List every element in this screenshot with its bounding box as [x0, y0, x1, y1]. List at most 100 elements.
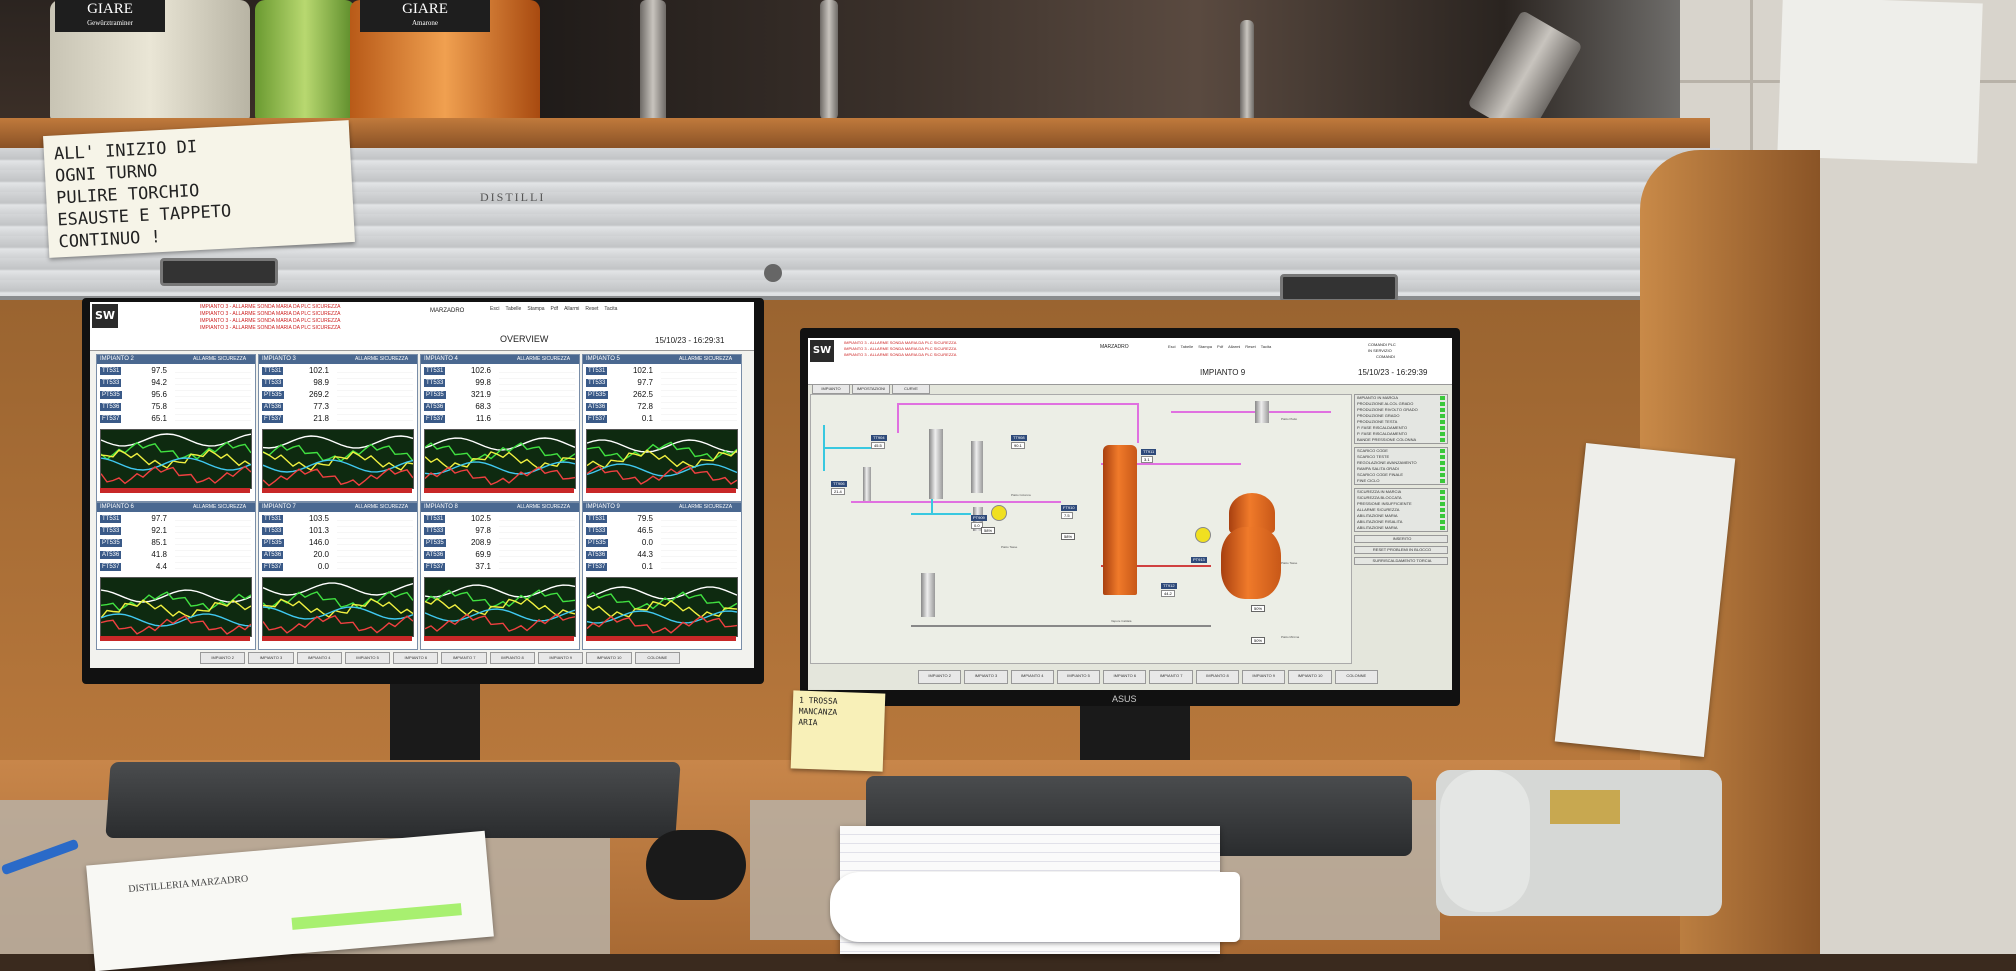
control-item[interactable]: ABILITAZIONE MARIA	[1355, 525, 1447, 531]
tag-value: 101.3	[308, 526, 329, 535]
nav-button[interactable]: IMPIANTO 2	[200, 652, 246, 664]
nav-button[interactable]: IMPIANTO 2	[918, 670, 962, 684]
control-item-label: IMPIANTO IN MARCIA	[1357, 395, 1399, 400]
trend-chart[interactable]	[262, 429, 414, 489]
inserted-button[interactable]: INSERITO	[1354, 535, 1448, 543]
status-led-icon	[1440, 420, 1445, 424]
nav-button[interactable]: IMPIANTO 6	[1103, 670, 1147, 684]
control-item-label: PRESSIONE INSUFFICIENTE	[1357, 501, 1412, 506]
nav-button[interactable]: IMPIANTO 9	[538, 652, 584, 664]
tab-plant[interactable]: IMPIANTO	[812, 384, 850, 394]
nav-button[interactable]: IMPIANTO 4	[296, 652, 342, 664]
phone-handset[interactable]	[1440, 770, 1530, 912]
process-tag[interactable]: TT906	[831, 481, 847, 487]
nav-button[interactable]: COLONNE	[1334, 670, 1378, 684]
trend-chart[interactable]	[424, 429, 576, 489]
nav-button[interactable]: IMPIANTO 4	[1010, 670, 1054, 684]
plant-panel[interactable]: IMPIANTO 9 ALLARME SICUREZZA TT531 79.5 TT53…	[582, 502, 742, 650]
computer-mouse[interactable]	[646, 830, 746, 900]
plant-panel[interactable]: IMPIANTO 3 ALLARME SICUREZZA TT531 102.1 TT5…	[258, 354, 418, 502]
plant-panel[interactable]: IMPIANTO 5 ALLARME SICUREZZA TT531 102.1 TT5…	[582, 354, 742, 502]
tag-value: 146.0	[308, 538, 329, 547]
nav-button[interactable]: IMPIANTO 7	[1149, 670, 1193, 684]
nav-button[interactable]: IMPIANTO 6	[393, 652, 439, 664]
tag-value: 103.5	[308, 514, 329, 523]
alarm-line: IMPIANTO 3 - ALLARME SONDA MARIA DA PLC …	[200, 311, 341, 317]
process-tag[interactable]: PT909	[971, 515, 987, 521]
nav-button[interactable]: IMPIANTO 5	[1056, 670, 1101, 684]
pdf-button[interactable]: Pdf	[1217, 344, 1223, 360]
trend-chart[interactable]	[424, 577, 576, 637]
trend-chart[interactable]	[586, 577, 738, 637]
plant-panel[interactable]: IMPIANTO 6 ALLARME SICUREZZA TT531 97.7 TT53…	[96, 502, 256, 650]
tag-label: FT537	[100, 563, 122, 571]
print-button[interactable]: Stampa	[1198, 344, 1212, 360]
control-item[interactable]: FINE CICLO	[1355, 478, 1447, 484]
pdf-button[interactable]: Pdf	[551, 306, 559, 322]
machinery-pipe	[640, 0, 666, 130]
tag-label: PT535	[262, 539, 284, 547]
tag-label: TT531	[424, 515, 446, 523]
plant-panel[interactable]: IMPIANTO 2 ALLARME SICUREZZA TT531 97.5 TT53…	[96, 354, 256, 502]
tag-value: 102.6	[470, 366, 491, 375]
nav-button[interactable]: IMPIANTO 9	[1242, 670, 1286, 684]
nav-button[interactable]: IMPIANTO 7	[441, 652, 487, 664]
print-button[interactable]: Stampa	[527, 306, 544, 322]
status-led-icon	[1440, 414, 1445, 418]
control-item-label: SCARICO CODE FINALE	[1357, 472, 1404, 477]
tag-label: AT536	[586, 551, 608, 559]
status-list	[661, 367, 737, 425]
date-time: 15/10/23 - 16:29:31	[655, 336, 725, 345]
nav-button[interactable]: IMPIANTO 5	[344, 652, 391, 664]
process-tag[interactable]: PT913	[1191, 557, 1207, 563]
plant-navigation: IMPIANTO 2 IMPIANTO 3 IMPIANTO 4 IMPIANTO 5…	[200, 652, 680, 664]
exit-button[interactable]: Esci	[490, 306, 499, 322]
tables-button[interactable]: Tabelle	[505, 306, 521, 322]
nav-button[interactable]: IMPIANTO 8	[489, 652, 536, 664]
plant-panel[interactable]: IMPIANTO 8 ALLARME SICUREZZA TT531 102.5 TT5…	[420, 502, 580, 650]
tab-curves[interactable]: CURVE	[892, 384, 930, 394]
overheat-button[interactable]: SURRISCALDAMENTO TORCIA	[1354, 557, 1448, 565]
reset-button[interactable]: Reset	[585, 306, 598, 322]
trend-chart[interactable]	[100, 577, 252, 637]
exit-button[interactable]: Esci	[1168, 344, 1176, 360]
reset-button[interactable]: Reset	[1245, 344, 1255, 360]
reset-block-button[interactable]: RESET PROBLEMI IN BLOCCO	[1354, 546, 1448, 554]
process-tag[interactable]: TT908	[1011, 435, 1027, 441]
tag-label: TT536	[100, 403, 122, 411]
control-item[interactable]: BANDE PRESSIONE COLONNA	[1355, 437, 1447, 443]
panel-status: ALLARME SICUREZZA	[193, 356, 247, 362]
plant-panel[interactable]: IMPIANTO 4 ALLARME SICUREZZA TT531 102.6 TT5…	[420, 354, 580, 502]
nav-button[interactable]: IMPIANTO 3	[248, 652, 294, 664]
nav-button[interactable]: IMPIANTO 3	[964, 670, 1008, 684]
alarm-list[interactable]: IMPIANTO 3 - ALLARME SONDA MARIA DA PLC …	[200, 304, 341, 332]
alarms-button[interactable]: Allarmi	[1228, 344, 1240, 360]
tag-value: 97.7	[637, 378, 653, 387]
pipe-label: Piatto Tasse	[1281, 561, 1298, 565]
alarm-list[interactable]: IMPIANTO 3 - ALLARME SONDA MARIA DA PLC …	[844, 340, 956, 358]
nav-button[interactable]: IMPIANTO 10	[586, 652, 632, 664]
silence-button[interactable]: Tacita	[604, 306, 617, 322]
nav-button[interactable]: COLONNE	[634, 652, 680, 664]
nav-button[interactable]: IMPIANTO 8	[1195, 670, 1240, 684]
tag-label: TT531	[100, 515, 122, 523]
process-tag[interactable]: TT904	[871, 435, 887, 441]
left-keyboard[interactable]	[105, 762, 681, 838]
process-tag[interactable]: TT912	[1161, 583, 1177, 589]
shutter-lock	[764, 264, 782, 282]
trend-chart[interactable]	[586, 429, 738, 489]
plant-panel[interactable]: IMPIANTO 7 ALLARME SICUREZZA TT531 103.5 TT5…	[258, 502, 418, 650]
nav-button[interactable]: IMPIANTO 10	[1288, 670, 1332, 684]
trend-line	[101, 615, 251, 635]
tab-settings[interactable]: IMPOSTAZIONI	[852, 384, 890, 394]
pump-icon[interactable]	[991, 505, 1007, 521]
process-tag[interactable]: FT910	[1061, 505, 1077, 511]
trend-chart[interactable]	[100, 429, 252, 489]
tables-button[interactable]: Tabelle	[1181, 344, 1194, 360]
pump-icon[interactable]	[1195, 527, 1211, 543]
trend-chart[interactable]	[262, 577, 414, 637]
silence-button[interactable]: Tacita	[1261, 344, 1271, 360]
alarms-button[interactable]: Allarmi	[564, 306, 579, 322]
trend-line	[425, 589, 575, 609]
process-tag[interactable]: TT911	[1141, 449, 1157, 455]
